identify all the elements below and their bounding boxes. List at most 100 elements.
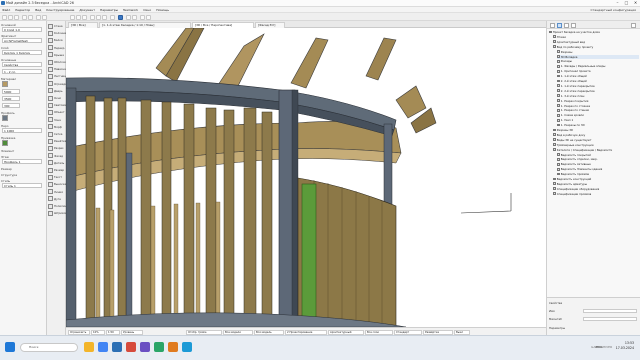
material-swatch[interactable] bbox=[2, 81, 8, 87]
tool-item[interactable]: Размер bbox=[48, 167, 65, 173]
tool-item[interactable]: Морф bbox=[48, 124, 65, 130]
grid-icon[interactable] bbox=[126, 14, 131, 20]
tool-item[interactable]: Световой bbox=[48, 102, 67, 108]
properties-field[interactable]: Свойства bbox=[2, 62, 42, 67]
profile-field[interactable]: Профиль 1 bbox=[2, 159, 42, 164]
zoom-icon[interactable] bbox=[96, 14, 101, 20]
3d-display-field[interactable]: Отобр. трёхм. bbox=[186, 329, 222, 335]
app-icon[interactable] bbox=[154, 342, 164, 352]
tool-item[interactable]: Дверь bbox=[48, 88, 65, 94]
height-field[interactable]: 5000 bbox=[2, 89, 20, 94]
composite-field[interactable]: Кирпич 1 Кирпич bbox=[2, 50, 42, 55]
tool-item[interactable]: Колонна bbox=[48, 30, 66, 36]
tool-item[interactable]: Дуга bbox=[48, 196, 65, 202]
tool-item[interactable]: Крыша bbox=[48, 52, 65, 58]
project-map-icon[interactable] bbox=[550, 22, 555, 28]
marquee-icon[interactable] bbox=[42, 14, 47, 20]
undo-icon[interactable] bbox=[22, 14, 27, 20]
tool-item[interactable]: Фасад bbox=[48, 153, 65, 159]
close-icon[interactable] bbox=[631, 22, 636, 28]
select-icon[interactable] bbox=[36, 14, 41, 20]
fragment-field[interactable]: ArchiFrameMesh bbox=[2, 38, 42, 43]
tool-item[interactable]: Зона bbox=[48, 117, 65, 123]
tool-item[interactable]: Полилиния bbox=[48, 203, 70, 209]
tool-item[interactable]: Штриховка bbox=[48, 210, 70, 216]
teamwork-icon[interactable] bbox=[146, 14, 151, 20]
maximize-button[interactable]: □ bbox=[622, 0, 631, 7]
clock[interactable]: 13:53 17.03.2024 bbox=[616, 341, 634, 351]
open-icon[interactable] bbox=[8, 14, 13, 20]
publisher-icon[interactable] bbox=[571, 22, 576, 28]
save-icon[interactable] bbox=[14, 14, 19, 20]
tool-item[interactable]: Перекр. bbox=[48, 45, 65, 51]
tool-item[interactable]: Текст bbox=[48, 174, 65, 180]
search-input[interactable]: Поиск bbox=[20, 343, 78, 352]
view-icon bbox=[553, 133, 556, 137]
floor-plan-icon[interactable] bbox=[70, 14, 75, 20]
tool-item[interactable]: Лестница bbox=[48, 73, 68, 79]
layers-field[interactable]: Все слои bbox=[365, 329, 393, 335]
toggle-field[interactable]: Выкл bbox=[454, 329, 470, 335]
view-map-icon[interactable] bbox=[557, 22, 562, 28]
tool-item[interactable]: Окно bbox=[48, 95, 65, 101]
dimension-field[interactable]: Архитектурный bbox=[328, 329, 364, 335]
tool-item[interactable]: Деталь bbox=[48, 160, 65, 166]
magic-wand-icon[interactable] bbox=[140, 14, 145, 20]
close-button[interactable]: ✕ bbox=[631, 0, 640, 7]
view-icon bbox=[553, 40, 556, 44]
3d-viewport[interactable] bbox=[66, 28, 546, 327]
tree-item[interactable]: Спецификации проёмов bbox=[553, 192, 639, 197]
prop-field[interactable] bbox=[583, 309, 637, 313]
tool-item[interactable]: Линия bbox=[48, 189, 65, 195]
section-icon[interactable] bbox=[82, 14, 87, 20]
tool-item[interactable]: Балка bbox=[48, 37, 65, 43]
tool-item[interactable]: Оболочка bbox=[48, 59, 68, 65]
tool-item[interactable]: Разрез bbox=[48, 145, 65, 151]
layout-book-icon[interactable] bbox=[564, 22, 569, 28]
archicad-taskbar-icon[interactable] bbox=[112, 342, 122, 352]
tool-item[interactable]: Выноска bbox=[48, 181, 66, 187]
start-icon[interactable] bbox=[5, 342, 15, 352]
surface-field[interactable]: Развёртка bbox=[423, 329, 453, 335]
new-icon[interactable] bbox=[2, 14, 7, 20]
model-filter-field[interactable]: Все модели bbox=[223, 329, 253, 335]
render-icon[interactable] bbox=[118, 14, 123, 20]
zoom-level[interactable]: 10% bbox=[91, 329, 105, 335]
tool-item[interactable]: Сетка bbox=[48, 131, 65, 137]
minimize-button[interactable]: – bbox=[613, 0, 622, 7]
tool-item[interactable]: Объект bbox=[48, 109, 65, 115]
layer-field[interactable]: 0 Слой 1.0 bbox=[2, 27, 42, 32]
tool-item[interactable]: Стена bbox=[48, 23, 65, 29]
app-icon[interactable] bbox=[182, 342, 192, 352]
structure-field[interactable]: 1 - 2 сл. bbox=[2, 69, 42, 74]
3d-view-icon[interactable] bbox=[76, 14, 81, 20]
profile-swatch[interactable] bbox=[2, 115, 8, 121]
thickness-field[interactable]: 300 bbox=[2, 103, 20, 108]
tool-item[interactable]: Ограждение bbox=[48, 81, 72, 87]
redo-icon[interactable] bbox=[28, 14, 33, 20]
prop-field[interactable] bbox=[583, 317, 637, 321]
scale-field[interactable]: 1:50 bbox=[106, 329, 120, 335]
snap-swatch[interactable] bbox=[2, 140, 8, 146]
app-icon[interactable] bbox=[126, 342, 136, 352]
snap-icon[interactable] bbox=[132, 14, 137, 20]
browser-icon[interactable] bbox=[98, 342, 108, 352]
tree-item-label: 1. Узел 1 bbox=[560, 118, 574, 123]
pen-set-field[interactable]: Стандарт bbox=[394, 329, 422, 335]
app-icon[interactable] bbox=[168, 342, 178, 352]
orbit-icon[interactable] bbox=[110, 14, 115, 20]
pen-field[interactable]: 1 1000 bbox=[2, 128, 42, 133]
renovation-field[interactable]: 2 Проектирование bbox=[285, 329, 327, 335]
app-icon[interactable] bbox=[140, 342, 150, 352]
level-field[interactable]: Уровень bbox=[121, 329, 143, 335]
tool-item[interactable]: Навесная bbox=[48, 66, 67, 72]
layer-icon[interactable] bbox=[90, 14, 95, 20]
tool-item[interactable]: Решётка bbox=[48, 138, 66, 144]
style-field[interactable]: Стиль 1 bbox=[2, 183, 42, 188]
pan-icon[interactable] bbox=[102, 14, 107, 20]
model-view-field[interactable]: Вся модель bbox=[254, 329, 284, 335]
settings-button[interactable]: Параметры bbox=[549, 326, 565, 330]
file-explorer-icon[interactable] bbox=[84, 342, 94, 352]
constrain-toggle[interactable]: Ограничить bbox=[68, 329, 90, 335]
width-field[interactable]: 3500 bbox=[2, 96, 20, 101]
